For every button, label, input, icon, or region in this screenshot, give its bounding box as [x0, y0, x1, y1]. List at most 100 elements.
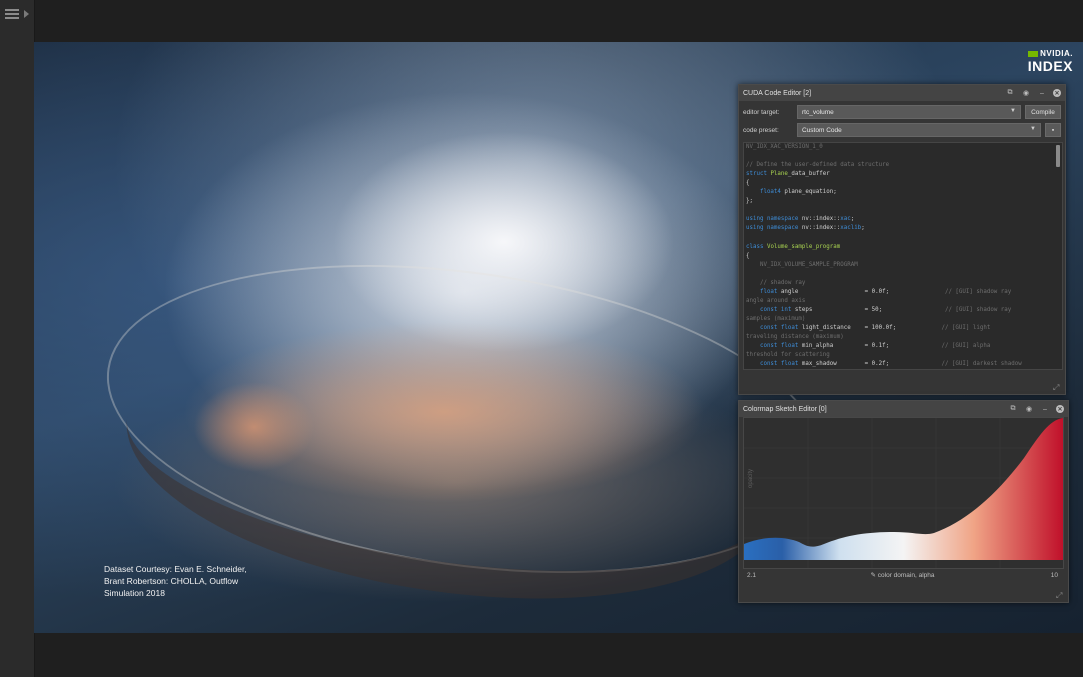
code-line: const float light_distance = 100.0f; // …	[746, 324, 1060, 333]
code-token: class	[746, 243, 767, 250]
panel-title: CUDA Code Editor [2]	[743, 89, 812, 97]
code-token: Plane	[770, 171, 788, 178]
chevron-down-icon: ▼	[1030, 126, 1036, 132]
domain-min: 2.1	[747, 571, 757, 579]
code-token: NV_IDX_VOLUME_SAMPLE_PROGRAM	[746, 261, 858, 268]
left-rail	[0, 0, 35, 677]
code-token: using namespace	[746, 225, 802, 232]
code-token: plane_equation;	[784, 189, 837, 196]
editor-target-select[interactable]: rtc_volume ▼	[797, 105, 1021, 119]
eye-icon[interactable]: ◉	[1024, 404, 1034, 414]
nvidia-eye-icon	[1028, 50, 1039, 57]
hamburger-icon[interactable]	[5, 9, 19, 19]
code-token: ;	[850, 216, 855, 223]
save-icon: ▪	[1051, 126, 1055, 134]
y-axis-label: opacity	[748, 469, 754, 488]
code-token: Volume_sample_program	[766, 243, 841, 250]
code-token: {	[746, 180, 750, 187]
code-token: min_alpha = 0.1f;	[801, 343, 890, 350]
chevron-right-icon[interactable]	[24, 10, 29, 18]
code-line: NV_IDX_VOLUME_SAMPLE_PROGRAM	[746, 261, 1060, 270]
code-line: using namespace nv::index::xaclib;	[746, 224, 1060, 233]
panel-titlebar[interactable]: Colormap Sketch Editor [0] ⧉ ◉ – ✕	[739, 401, 1068, 417]
cuda-code-editor-panel: CUDA Code Editor [2] ⧉ ◉ – ✕ editor targ…	[738, 84, 1066, 395]
code-token: xac	[840, 216, 851, 223]
compile-button[interactable]: Compile	[1025, 105, 1061, 119]
code-token: const int	[746, 306, 795, 313]
opacity-curve[interactable]	[744, 418, 1063, 554]
footer-label: color domain, alpha	[877, 572, 935, 579]
code-line: class Volume_sample_program	[746, 243, 1060, 252]
code-token: nv::index::	[801, 225, 841, 232]
panel-titlebar[interactable]: CUDA Code Editor [2] ⧉ ◉ – ✕	[739, 85, 1065, 101]
code-token: const float	[746, 343, 802, 350]
code-line: angle around axis	[746, 297, 1060, 306]
code-line: };	[746, 197, 1060, 206]
code-token: // Define the user-defined data structur…	[746, 162, 890, 169]
close-icon[interactable]: ✕	[1053, 89, 1061, 97]
chevron-down-icon: ▼	[1010, 108, 1016, 114]
code-token: threshold for scattering	[746, 352, 830, 359]
code-line: const float max_shadow = 0.2f; // [GUI] …	[746, 360, 1060, 369]
minimize-icon[interactable]: –	[1040, 404, 1050, 414]
code-line: traveling distance (maximum)	[746, 333, 1060, 342]
colormap-footer: 2.1 ✎ color domain, alpha 10	[743, 569, 1062, 581]
code-line: struct Plane_data_buffer	[746, 170, 1060, 179]
code-line: float4 plane_equation;	[746, 188, 1060, 197]
code-token: ;	[861, 225, 865, 232]
domain-max: 10	[1050, 571, 1058, 579]
code-token: };	[746, 198, 753, 205]
colormap-plot[interactable]: opacity	[743, 417, 1064, 569]
code-lines: NV_IDX_XAC_VERSION_1_0 // Define the use…	[744, 143, 1062, 369]
code-line: {	[746, 252, 1060, 261]
code-token: steps = 50;	[794, 306, 883, 313]
code-token: const float	[746, 361, 802, 368]
code-token: // [GUI] light	[896, 324, 991, 331]
code-line: const int steps = 50; // [GUI] shadow ra…	[746, 306, 1060, 315]
pencil-icon[interactable]: ✎	[871, 572, 876, 579]
code-token: float4	[746, 189, 785, 196]
code-token: NV_IDX_XAC_VERSION_1_0	[746, 144, 823, 150]
code-token: xaclib	[840, 225, 862, 232]
code-token: using namespace	[746, 216, 802, 223]
resize-handle-icon[interactable]: ⤢	[1056, 591, 1065, 600]
code-token: // shadow ray	[746, 279, 806, 286]
code-token: // [GUI] alpha	[889, 343, 991, 350]
code-token: max_shadow = 0.2f;	[801, 361, 890, 368]
code-line: using namespace nv::index::xac;	[746, 215, 1060, 224]
code-token: angle = 0.0f;	[780, 288, 890, 295]
code-token: nv::index::	[801, 216, 841, 223]
code-line: float angle = 0.0f; // [GUI] shadow ray	[746, 288, 1060, 297]
code-token: struct	[746, 171, 771, 178]
editor-target-row: editor target: rtc_volume ▼ Compile	[739, 104, 1065, 120]
colormap-sketch-editor-panel: Colormap Sketch Editor [0] ⧉ ◉ – ✕ opaci…	[738, 400, 1069, 603]
save-preset-button[interactable]: ▪	[1045, 123, 1061, 137]
code-scrollbar[interactable]	[1056, 145, 1060, 167]
code-token: float	[746, 288, 781, 295]
code-token: // [GUI] darkest shadow	[889, 361, 1022, 368]
code-token: const float	[746, 324, 802, 331]
resize-handle-icon[interactable]: ⤢	[1053, 383, 1062, 392]
nvidia-index-logo: NVIDIA. INDEX	[1027, 49, 1073, 74]
code-preset-row: code preset: Custom Code ▼ ▪	[739, 122, 1065, 138]
colormap-svg[interactable]: opacity	[744, 418, 1063, 568]
eye-icon[interactable]: ◉	[1021, 88, 1031, 98]
code-line: // Define the user-defined data structur…	[746, 161, 1060, 170]
colormap-bar	[744, 554, 1063, 560]
code-token: angle around axis	[746, 297, 806, 304]
code-line: samples (maximum)	[746, 315, 1060, 324]
detach-icon[interactable]: ⧉	[1008, 404, 1018, 414]
minimize-icon[interactable]: –	[1037, 88, 1047, 98]
dataset-credit: Dataset Courtesy: Evan E. Schneider, Bra…	[104, 564, 247, 598]
code-token: {	[746, 252, 750, 259]
code-preset-select[interactable]: Custom Code ▼	[797, 123, 1041, 137]
code-token: traveling distance (maximum)	[746, 333, 844, 340]
code-line: // shadow ray	[746, 279, 1060, 288]
detach-icon[interactable]: ⧉	[1005, 88, 1015, 98]
close-icon[interactable]: ✕	[1056, 405, 1064, 413]
code-line: const float min_alpha = 0.1f; // [GUI] a…	[746, 342, 1060, 351]
code-text-area[interactable]: NV_IDX_XAC_VERSION_1_0 // Define the use…	[743, 142, 1063, 370]
